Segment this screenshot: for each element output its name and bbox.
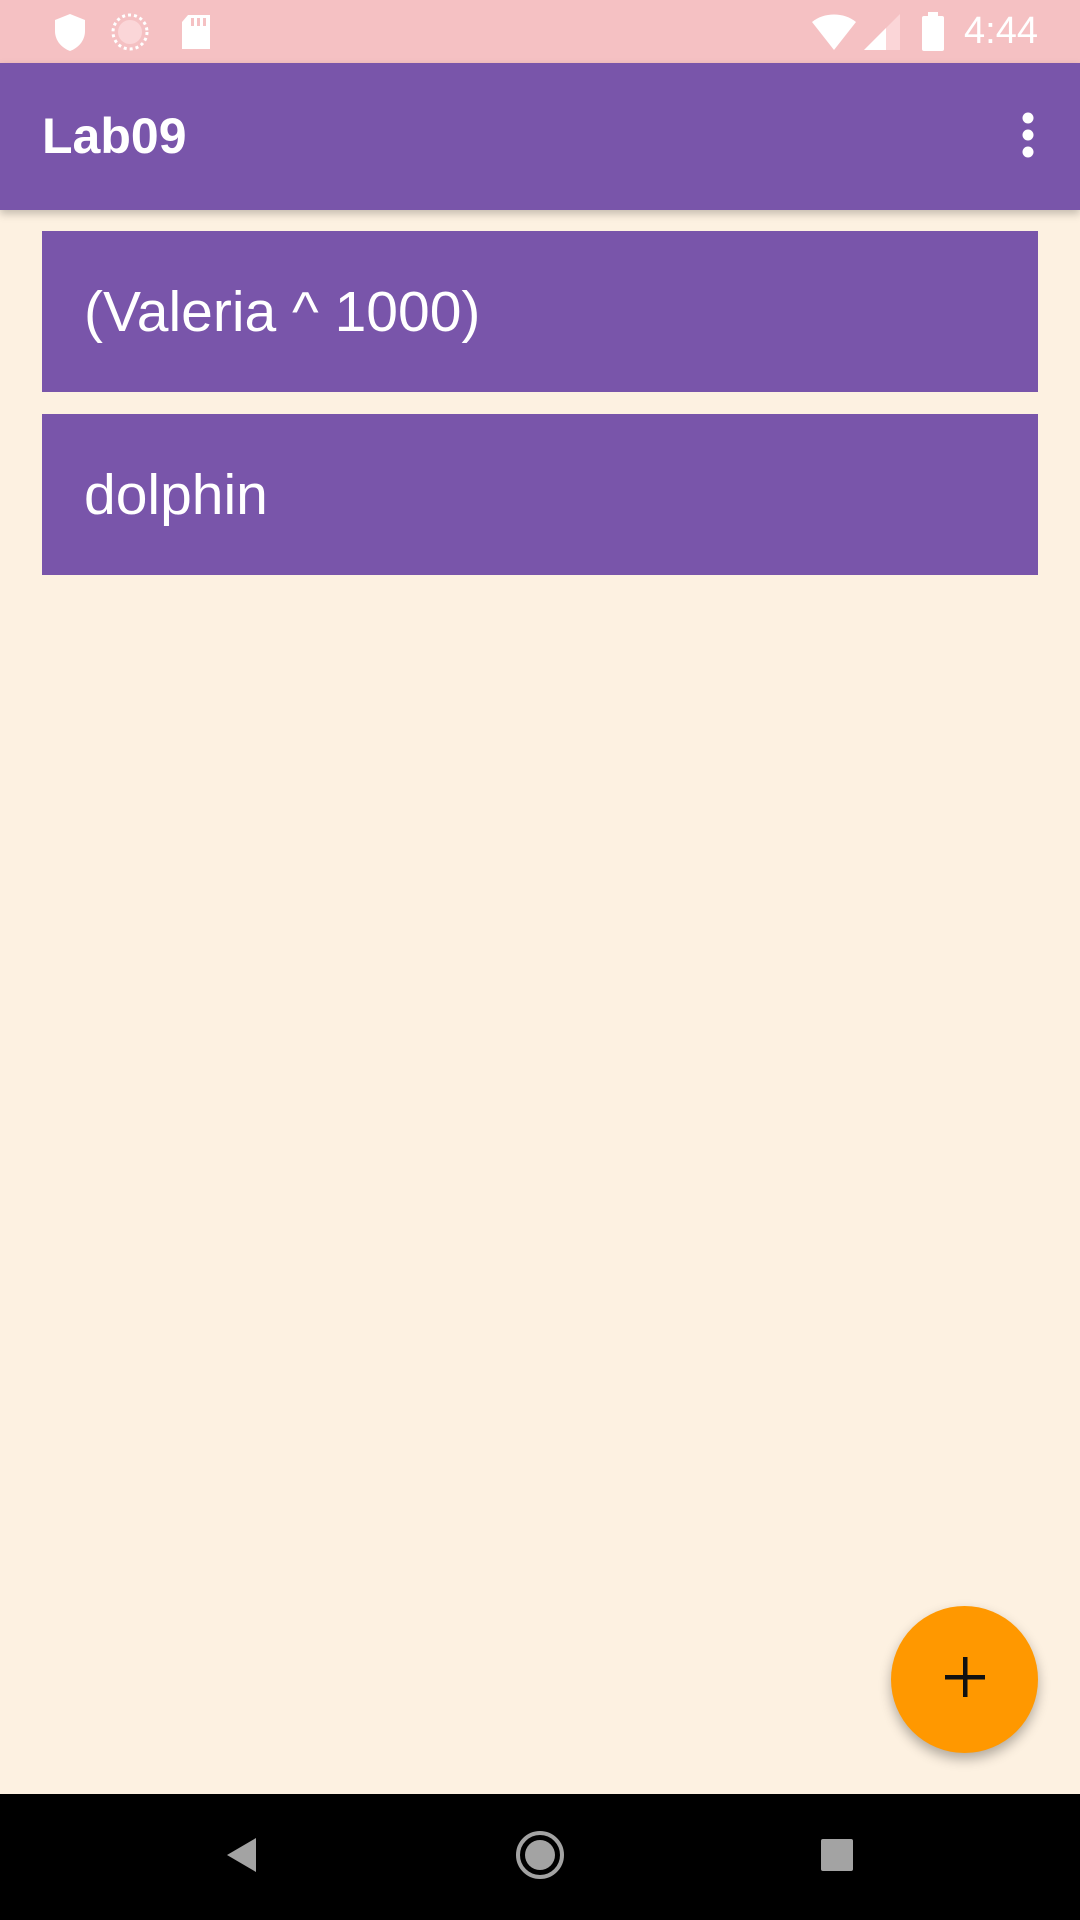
overflow-menu-button[interactable] [990, 99, 1066, 175]
cell-signal-icon [862, 12, 902, 52]
recents-button[interactable] [797, 1817, 877, 1897]
plus-icon [944, 1657, 985, 1702]
back-button[interactable] [202, 1817, 282, 1897]
wifi-icon [810, 12, 858, 52]
home-icon [514, 1829, 566, 1886]
item-list: (Valeria ^ 1000) dolphin [42, 231, 1038, 597]
list-item[interactable]: dolphin [42, 414, 1038, 575]
sd-card-icon [176, 12, 216, 52]
sync-circle-icon [110, 12, 150, 52]
list-item[interactable]: (Valeria ^ 1000) [42, 231, 1038, 392]
recents-icon [819, 1837, 855, 1878]
shield-icon [50, 12, 90, 52]
list-item-label: (Valeria ^ 1000) [84, 279, 481, 344]
status-time: 4:44 [964, 10, 1038, 52]
app-title: Lab09 [42, 108, 187, 164]
home-button[interactable] [500, 1817, 580, 1897]
battery-icon [920, 12, 946, 52]
system-nav-bar [0, 1794, 1080, 1920]
add-item-fab[interactable] [891, 1606, 1038, 1753]
app-bar: Lab09 [0, 63, 1080, 210]
app-screen: 4:44 Lab09 (Valeria ^ 1000) dolphin [0, 0, 1080, 1920]
back-icon [224, 1835, 260, 1880]
status-bar: 4:44 [0, 0, 1080, 63]
more-vert-icon [1018, 111, 1038, 164]
list-item-label: dolphin [84, 462, 268, 527]
